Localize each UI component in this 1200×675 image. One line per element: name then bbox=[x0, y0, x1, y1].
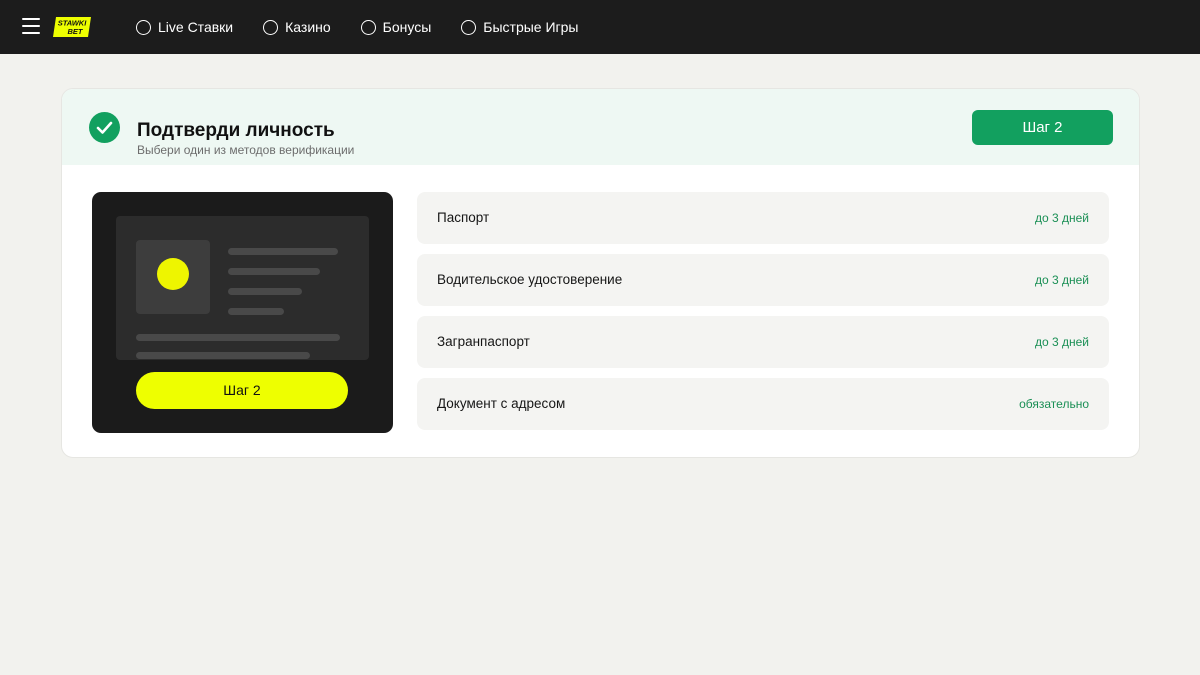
document-illustration: Шаг 2 bbox=[92, 192, 393, 433]
avatar-dot bbox=[157, 258, 189, 290]
hamburger-menu-icon[interactable] bbox=[22, 18, 40, 34]
option-label: Паспорт bbox=[437, 210, 490, 225]
svg-text:BET: BET bbox=[68, 27, 84, 36]
main-nav: Live Ставки Казино Бонусы Быстрые Игры bbox=[136, 0, 609, 54]
nav-item-fast-games[interactable]: Быстрые Игры bbox=[461, 19, 579, 35]
text-line bbox=[228, 308, 284, 315]
text-line bbox=[136, 334, 340, 341]
card-header: Подтверди личность Выбери один из методо… bbox=[62, 89, 1139, 165]
illustration-step-2-button[interactable]: Шаг 2 bbox=[136, 372, 348, 409]
option-time: до 3 дней bbox=[1034, 211, 1089, 225]
nav-item-label: Live Ставки bbox=[158, 19, 234, 35]
nav-item-label: Быстрые Игры bbox=[483, 19, 579, 35]
circle-icon bbox=[360, 19, 376, 35]
text-line bbox=[136, 352, 310, 359]
step-2-button[interactable]: Шаг 2 bbox=[972, 110, 1113, 145]
option-label: Загранпаспорт bbox=[437, 334, 530, 349]
nav-item-bonuses[interactable]: Бонусы bbox=[360, 19, 432, 35]
id-card-graphic bbox=[116, 216, 369, 360]
option-time: обязательно bbox=[1019, 397, 1089, 411]
nav-item-casino[interactable]: Казино bbox=[263, 19, 331, 35]
circle-icon bbox=[136, 19, 151, 35]
option-time: до 3 дней bbox=[1034, 335, 1089, 349]
circle-icon bbox=[461, 19, 477, 35]
option-time: до 3 дней bbox=[1034, 273, 1089, 287]
option-label: Водительское удостоверение bbox=[437, 272, 623, 287]
text-line bbox=[228, 248, 338, 255]
text-line bbox=[228, 288, 302, 295]
option-international-passport[interactable]: Загранпаспорт до 3 дней bbox=[417, 316, 1109, 368]
nav-item-label: Бонусы bbox=[382, 19, 432, 35]
top-navigation-bar: STAWKI BET Live Ставки Казино Бонусы Быс… bbox=[0, 0, 1200, 54]
brand-logo[interactable]: STAWKI BET bbox=[53, 17, 91, 37]
text-line bbox=[228, 268, 320, 275]
option-label: Документ с адресом bbox=[437, 396, 566, 411]
verification-card: Подтверди личность Выбери один из методо… bbox=[61, 88, 1140, 458]
option-address-document[interactable]: Документ с адресом обязательно bbox=[417, 378, 1109, 430]
page-title: Подтверди личность bbox=[137, 120, 335, 141]
photo-placeholder bbox=[136, 240, 210, 314]
option-passport[interactable]: Паспорт до 3 дней bbox=[417, 192, 1109, 244]
check-circle-icon bbox=[89, 112, 120, 143]
option-drivers-license[interactable]: Водительское удостоверение до 3 дней bbox=[417, 254, 1109, 306]
circle-icon bbox=[263, 19, 279, 35]
page-subtitle: Выбери один из методов верификации bbox=[137, 143, 355, 157]
nav-item-label: Казино bbox=[285, 19, 331, 35]
nav-item-live-bets[interactable]: Live Ставки bbox=[136, 19, 233, 35]
